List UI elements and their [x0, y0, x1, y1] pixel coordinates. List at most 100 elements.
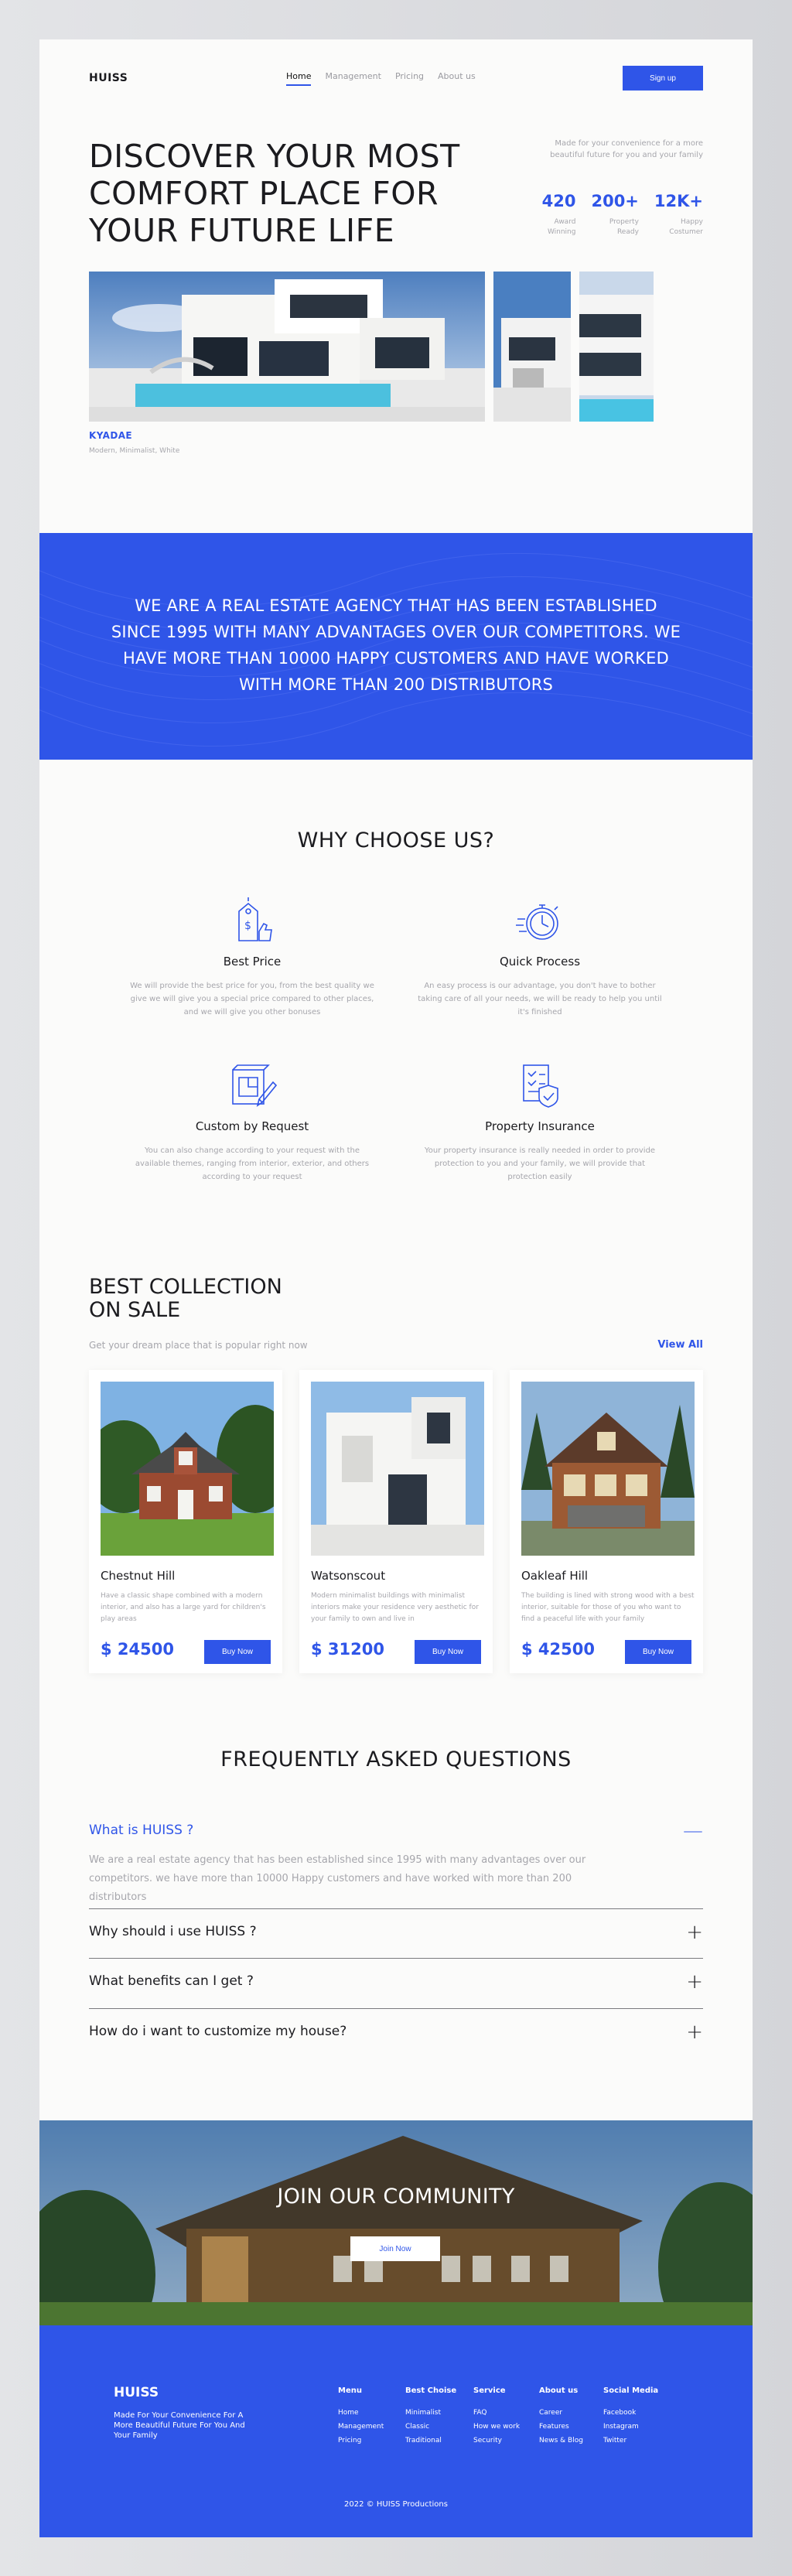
about-text: WE ARE A REAL ESTATE AGENCY THAT HAS BEE…: [111, 596, 681, 694]
faq-question-3[interactable]: What benefits can I get ?: [89, 1973, 703, 1989]
feature-title: Quick Process: [499, 955, 581, 969]
price-tag-icon: $: [238, 897, 272, 941]
hero-main-image[interactable]: [89, 272, 485, 422]
footer-link[interactable]: Management: [338, 2420, 384, 2434]
footer-link[interactable]: Facebook: [603, 2406, 658, 2420]
footer-col-title: Service: [473, 2386, 506, 2395]
footer-link[interactable]: Career: [539, 2406, 583, 2420]
top-nav: HUISS Home Management Pricing About us S…: [89, 66, 703, 91]
feature-title: Best Price: [223, 955, 282, 969]
feature-quick-process: Quick Process An easy process is our adv…: [416, 894, 664, 1019]
faq-question-2[interactable]: Why should i use HUISS ?: [89, 1924, 703, 1939]
footer-col-social: Social Media Facebook Instagram Twitter: [603, 2386, 658, 2448]
logo[interactable]: HUISS: [89, 72, 128, 84]
footer-col-best-choise: Best Choise Minimalist Classic Tradition…: [405, 2386, 456, 2448]
expand-icon[interactable]: +: [686, 1922, 703, 1942]
expand-icon[interactable]: +: [686, 1972, 703, 1992]
faq-question-4[interactable]: How do i want to customize my house?: [89, 2024, 703, 2039]
insurance-document-icon: [523, 1064, 558, 1108]
nav-link-management[interactable]: Management: [325, 71, 381, 86]
buy-now-button[interactable]: Buy Now: [204, 1640, 271, 1664]
community-background-image: [39, 2120, 753, 2325]
feature-property-insurance: Property Insurance Your property insuran…: [416, 1059, 664, 1184]
footer-link[interactable]: Classic: [405, 2420, 456, 2434]
faq-divider: [89, 1908, 703, 1909]
why-title: WHY CHOOSE US?: [297, 828, 495, 852]
footer-link[interactable]: Minimalist: [405, 2406, 456, 2420]
landing-page: HUISS Home Management Pricing About us S…: [39, 39, 753, 2537]
faq-title: FREQUENTLY ASKED QUESTIONS: [220, 1748, 572, 1771]
footer-link[interactable]: Instagram: [603, 2420, 658, 2434]
faq-question-1[interactable]: What is HUISS ?: [89, 1823, 703, 1838]
stat-property: 200+ Property Ready: [591, 191, 638, 237]
copyright: 2022 © HUISS Productions: [344, 2500, 448, 2509]
hero-caption: KYADAE Modern, Minimalist, White: [89, 430, 179, 456]
stat-label: Happy Costumer: [669, 218, 703, 236]
nav-menu: Home Management Pricing About us: [286, 71, 476, 86]
footer-col-about: About us Career Features News & Blog: [539, 2386, 583, 2448]
footer-col-menu: Menu Home Management Pricing: [338, 2386, 384, 2448]
hero-caption-sub: Modern, Minimalist, White: [89, 447, 180, 455]
signup-button[interactable]: Sign up: [623, 66, 703, 91]
footer-link[interactable]: Twitter: [603, 2434, 658, 2448]
footer-tagline: Made For Your Convenience For A More Bea…: [114, 2411, 245, 2440]
footer-link[interactable]: News & Blog: [539, 2434, 583, 2448]
property-name: Chestnut Hill: [101, 1569, 176, 1583]
feature-title: Custom by Request: [195, 1119, 309, 1133]
collapse-icon[interactable]: —: [683, 1821, 703, 1841]
stat-value: 200+: [591, 192, 639, 210]
footer-col-title: Social Media: [603, 2386, 659, 2395]
property-card[interactable]: Oakleaf Hill The building is lined with …: [510, 1370, 703, 1673]
stat-customer: 12K+ Happy Costumer: [654, 191, 703, 237]
property-price: $ 31200: [311, 1640, 384, 1659]
property-card[interactable]: Watsonscout Modern minimalist buildings …: [299, 1370, 493, 1673]
about-band: WE ARE A REAL ESTATE AGENCY THAT HAS BEE…: [39, 533, 753, 760]
property-card[interactable]: Chestnut Hill Have a classic shape combi…: [89, 1370, 282, 1673]
community-title: JOIN OUR COMMUNITY: [277, 2185, 515, 2209]
feature-best-price: $ Best Price We will provide the best pr…: [128, 894, 376, 1019]
stat-award: 420 Award Winning: [542, 191, 576, 237]
feature-title: Property Insurance: [485, 1119, 595, 1133]
feature-text: You can also change according to your re…: [135, 1146, 370, 1181]
feature-text: We will provide the best price for you, …: [130, 982, 374, 1016]
nav-link-home[interactable]: Home: [286, 71, 312, 86]
feature-custom-request: Custom by Request You can also change ac…: [128, 1059, 376, 1184]
property-desc: Have a classic shape combined with a mod…: [101, 1592, 266, 1623]
feature-text: An easy process is our advantage, you do…: [418, 982, 662, 1016]
footer-col-title: Best Choise: [405, 2386, 457, 2395]
footer-link[interactable]: Traditional: [405, 2434, 456, 2448]
nav-link-about[interactable]: About us: [438, 71, 476, 86]
property-price: $ 42500: [521, 1640, 595, 1659]
faq-divider: [89, 1958, 703, 1959]
hero-thumb-image-1[interactable]: [493, 272, 571, 422]
footer-link[interactable]: Home: [338, 2406, 384, 2420]
stopwatch-icon: [516, 904, 558, 940]
footer: HUISS Made For Your Convenience For A Mo…: [39, 2325, 753, 2537]
footer-link[interactable]: Security: [473, 2434, 520, 2448]
footer-link[interactable]: How we work: [473, 2420, 520, 2434]
buy-now-button[interactable]: Buy Now: [415, 1640, 481, 1664]
hero-thumb-image-2[interactable]: [579, 272, 654, 422]
view-all-link[interactable]: View All: [657, 1339, 703, 1351]
footer-link[interactable]: FAQ: [473, 2406, 520, 2420]
hero-caption-title: KYADAE: [89, 430, 132, 441]
join-now-button[interactable]: Join Now: [350, 2236, 440, 2261]
buy-now-button[interactable]: Buy Now: [625, 1640, 691, 1664]
collection-title: BEST COLLECTION ON SALE: [89, 1276, 282, 1322]
stat-value: 12K+: [654, 192, 703, 210]
property-image-watsonscout[interactable]: [311, 1382, 484, 1556]
footer-logo[interactable]: HUISS: [114, 2385, 159, 2400]
property-image-chestnut-hill[interactable]: [101, 1382, 274, 1556]
expand-icon[interactable]: +: [686, 2022, 703, 2042]
footer-link[interactable]: Features: [539, 2420, 583, 2434]
footer-col-service: Service FAQ How we work Security: [473, 2386, 520, 2448]
collection-title-line: ON SALE: [89, 1298, 181, 1322]
nav-link-pricing[interactable]: Pricing: [395, 71, 424, 86]
property-image-oakleaf-hill[interactable]: [521, 1382, 695, 1556]
collection-title-line: BEST COLLECTION: [89, 1275, 282, 1299]
hero-stats: 420 Award Winning 200+ Property Ready 12K+…: [542, 191, 703, 237]
property-name: Watsonscout: [311, 1569, 386, 1583]
footer-link[interactable]: Pricing: [338, 2434, 384, 2448]
community-section: JOIN OUR COMMUNITY Join Now: [39, 2120, 753, 2325]
stat-label: Property Ready: [609, 218, 639, 236]
